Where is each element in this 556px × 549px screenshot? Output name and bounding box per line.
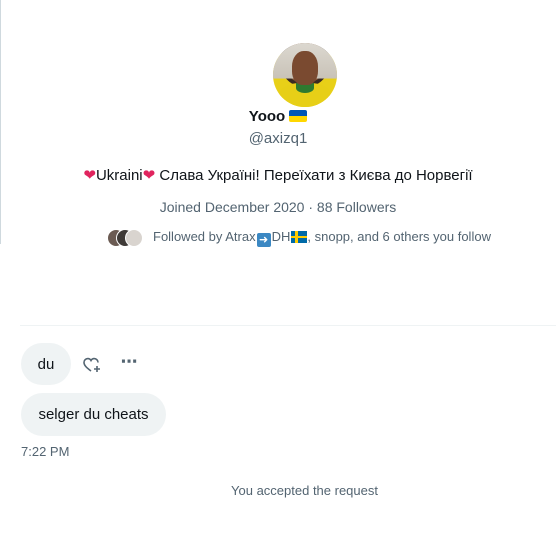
divider [20, 325, 556, 326]
more-button[interactable]: ⋯ [120, 352, 138, 372]
more-icon: ⋯ [120, 352, 138, 371]
react-button[interactable] [82, 355, 104, 375]
bio-text: Слава Україні! Переїхати з Києва до Норв… [159, 167, 473, 184]
bio-country: Ukraini [95, 167, 143, 184]
message-bubble[interactable]: selger du cheats [21, 393, 166, 436]
avatar[interactable] [273, 43, 337, 107]
joined-followers: Joined December 2020 · 88 Followers [159, 199, 397, 215]
profile-header: Yooo @axizq1 ❤Ukraini❤ Слава Україні! Пе… [0, 0, 556, 325]
profile-bio: ❤Ukraini❤ Слава Україні! Переїхати з Киє… [0, 166, 556, 184]
message-timestamp: 7:22 PM [21, 444, 70, 459]
heart-icon: ❤ [142, 167, 156, 184]
arrow-right-icon: ➜ [256, 233, 271, 247]
message-text: du [37, 355, 55, 373]
follower-avatars [107, 229, 143, 247]
sweden-flag-icon [291, 231, 308, 243]
heart-icon: ❤ [83, 167, 96, 184]
profile-handle[interactable]: @axizq1 [0, 130, 556, 147]
ukraine-flag-icon [289, 110, 308, 122]
followed-text: Followed by Atrax ➜ DH, snopp, and 6 other… [153, 229, 491, 247]
heart-plus-icon [83, 357, 100, 372]
message-text: selger du cheats [38, 406, 149, 423]
profile-name-text: Yooo [248, 108, 286, 125]
request-accepted-notice: You accepted the request [231, 483, 378, 498]
message-bubble[interactable]: du [21, 343, 71, 385]
avatar [125, 229, 143, 247]
profile-name[interactable]: Yooo [0, 108, 556, 125]
followed-by[interactable]: Followed by Atrax ➜ DH, snopp, and 6 other… [107, 229, 491, 247]
